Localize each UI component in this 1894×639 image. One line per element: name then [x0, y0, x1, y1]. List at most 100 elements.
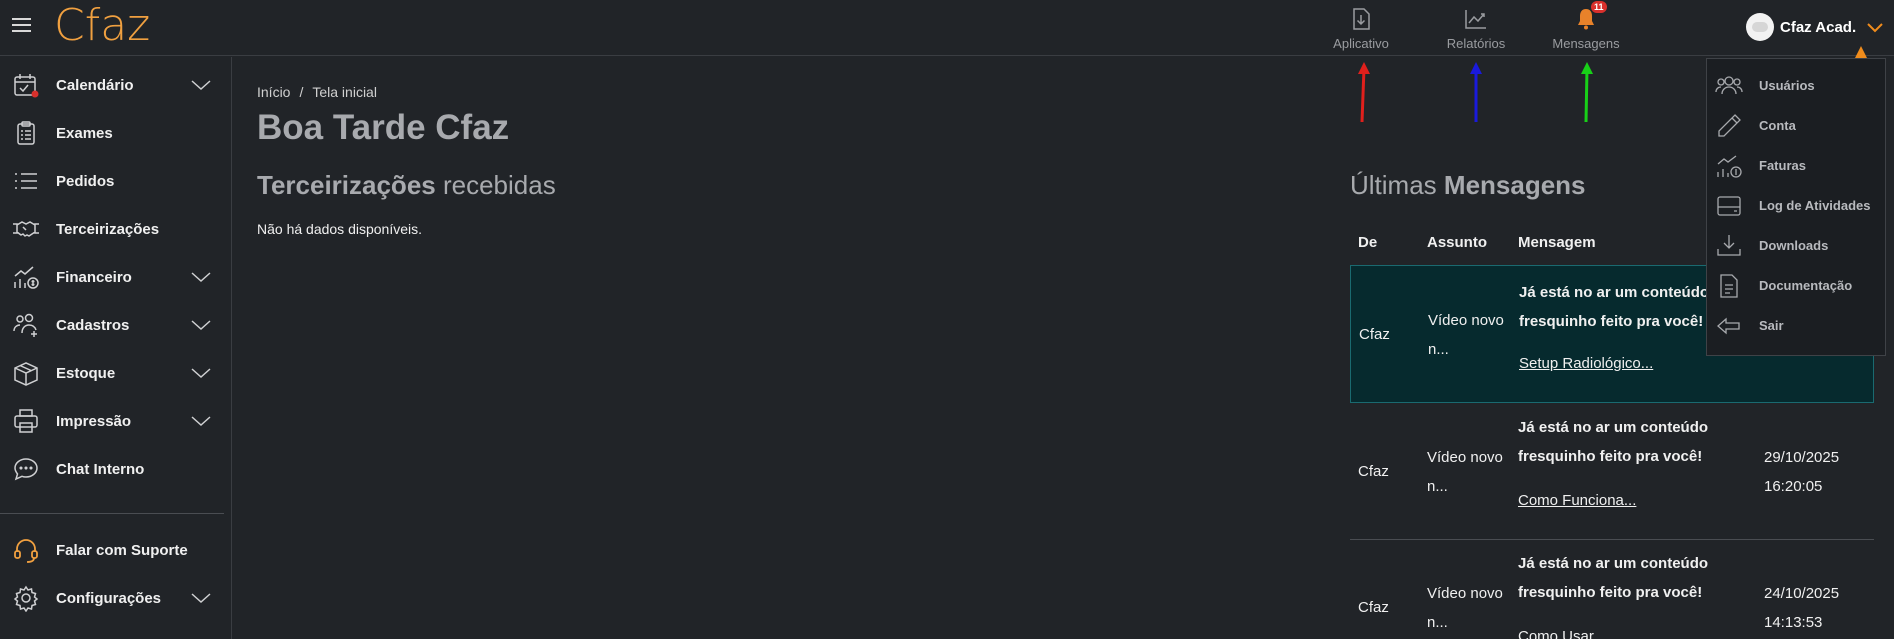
sidebar-item-label: Pedidos: [56, 172, 115, 190]
message-link[interactable]: Setup Radiológico...: [1519, 349, 1653, 378]
menu-item-label: Usuários: [1759, 78, 1815, 93]
message-text: Já está no ar um conteúdo: [1518, 419, 1709, 436]
notification-badge: 11: [1591, 1, 1607, 13]
column-header-from: De: [1358, 234, 1378, 251]
table-row[interactable]: Cfaz Vídeo novo n... Já está no ar um co…: [1350, 403, 1874, 540]
table-row[interactable]: Cfaz Vídeo novo n... Já está no ar um co…: [1350, 540, 1874, 639]
sidebar-item-label: Terceirizações: [56, 220, 160, 238]
menu-item-label: Sair: [1759, 318, 1784, 333]
download-file-icon: [1353, 8, 1370, 30]
chevron-down-icon: [191, 416, 211, 427]
exit-arrow-icon: [1717, 317, 1740, 335]
message-text-cont: fresquinho feito pra você!: [1518, 448, 1703, 465]
breadcrumb-separator: /: [299, 84, 304, 100]
finance-icon: [14, 266, 39, 289]
sidebar-item-falar-com-suporte[interactable]: Falar com Suporte: [0, 528, 232, 572]
sidebar: Calendário Exames Pedidos Terceirizações…: [0, 57, 232, 639]
message-link[interactable]: Como Funciona...: [1518, 486, 1636, 515]
menu-item-label: Log de Atividades: [1759, 198, 1871, 213]
arrow-blue-icon: [1470, 62, 1482, 122]
box-icon: [14, 362, 38, 386]
avatar: [1746, 13, 1774, 41]
menu-item-downloads[interactable]: Downloads: [1707, 226, 1887, 266]
sidebar-item-label: Chat Interno: [56, 460, 145, 478]
column-header-subject: Assunto: [1427, 234, 1487, 251]
sidebar-item-chat-interno[interactable]: Chat Interno: [0, 447, 232, 491]
sidebar-item-terceirizacoes[interactable]: Terceirizações: [0, 207, 232, 251]
invoice-chart-icon: [1717, 155, 1742, 178]
outsourcing-title-bold: Terceirizações: [257, 170, 436, 200]
topnav-aplicativo[interactable]: Aplicativo: [1316, 0, 1406, 56]
topnav-label: Mensagens: [1552, 36, 1620, 51]
sidebar-item-pedidos[interactable]: Pedidos: [0, 159, 232, 203]
message-time: 16:20:05: [1764, 478, 1823, 495]
menu-item-conta[interactable]: Conta: [1707, 106, 1887, 146]
message-subject: Vídeo novo: [1427, 449, 1503, 466]
user-menu-toggle[interactable]: Cfaz Acad.: [1746, 12, 1884, 42]
calendar-icon: [14, 74, 39, 98]
breadcrumb-current: Tela inicial: [312, 84, 377, 100]
message-from: Cfaz: [1359, 326, 1390, 343]
sidebar-item-label: Configurações: [56, 589, 162, 607]
chevron-down-icon: [191, 593, 211, 604]
hamburger-menu-icon[interactable]: [12, 18, 31, 34]
message-time: 14:13:53: [1764, 614, 1823, 631]
topnav-relatorios[interactable]: Relatórios: [1431, 0, 1521, 56]
sidebar-item-label: Calendário: [56, 76, 134, 94]
sidebar-item-estoque[interactable]: Estoque: [0, 351, 232, 395]
headset-icon: [14, 539, 38, 563]
menu-item-documentacao[interactable]: Documentação: [1707, 266, 1887, 306]
download-tray-icon: [1717, 235, 1741, 256]
message-link[interactable]: Como Usar...: [1518, 622, 1606, 639]
message-text: Já está no ar um conteúdo: [1518, 555, 1709, 572]
printer-icon: [14, 409, 38, 433]
sidebar-item-label: Exames: [56, 124, 113, 142]
sidebar-item-exames[interactable]: Exames: [0, 111, 232, 155]
app-logo[interactable]: Cfaz: [54, 0, 150, 51]
page-title: Boa Tarde Cfaz: [257, 108, 510, 147]
sidebar-item-label: Estoque: [56, 364, 116, 382]
message-from: Cfaz: [1358, 599, 1389, 616]
message-text-cont: fresquinho feito pra você!: [1519, 313, 1704, 330]
menu-item-usuarios[interactable]: Usuários: [1707, 66, 1887, 106]
column-header-message: Mensagem: [1518, 234, 1596, 251]
arrow-green-icon: [1581, 62, 1593, 123]
message-subject: Vídeo novo: [1428, 312, 1504, 329]
menu-item-faturas[interactable]: Faturas: [1707, 146, 1887, 186]
sidebar-item-calendario[interactable]: Calendário: [0, 63, 232, 107]
topnav-mensagens[interactable]: 11 Mensagens: [1541, 0, 1631, 56]
trend-chart-icon: [1465, 10, 1486, 29]
document-icon: [1720, 274, 1738, 298]
breadcrumb-home[interactable]: Início: [257, 84, 290, 100]
message-subject-cont: n...: [1427, 614, 1448, 631]
message-subject-cont: n...: [1427, 478, 1448, 495]
sidebar-item-cadastros[interactable]: Cadastros: [0, 303, 232, 347]
menu-item-sair[interactable]: Sair: [1707, 306, 1887, 346]
chevron-down-icon[interactable]: [1866, 18, 1884, 36]
topnav-label: Aplicativo: [1333, 36, 1389, 51]
sidebar-item-financeiro[interactable]: Financeiro: [0, 255, 232, 299]
message-subject: Vídeo novo: [1427, 585, 1503, 602]
menu-item-label: Downloads: [1759, 238, 1829, 253]
message-from: Cfaz: [1358, 463, 1389, 480]
menu-item-label: Faturas: [1759, 158, 1806, 173]
users-icon: [13, 313, 37, 337]
messages-title-light: Últimas: [1350, 170, 1444, 200]
handshake-icon: [13, 221, 39, 237]
chat-icon: [14, 458, 38, 481]
menu-item-label: Conta: [1759, 118, 1796, 133]
empty-state-text: Não há dados disponíveis.: [257, 221, 422, 237]
menu-item-log-de-atividades[interactable]: Log de Atividades: [1707, 186, 1887, 226]
sidebar-item-label: Cadastros: [56, 316, 130, 334]
message-text: Já está no ar um conteúdo: [1519, 284, 1710, 301]
chevron-down-icon: [191, 272, 211, 283]
sidebar-item-label: Impressão: [56, 412, 132, 430]
user-name: Cfaz Acad.: [1780, 18, 1857, 36]
chevron-down-icon: [191, 80, 211, 91]
sidebar-item-configuracoes[interactable]: Configurações: [0, 576, 232, 620]
user-dropdown-menu: Usuários Conta Faturas Log de Atividades…: [1706, 58, 1886, 356]
sidebar-item-label: Falar com Suporte: [56, 541, 188, 559]
sidebar-item-impressao[interactable]: Impressão: [0, 399, 232, 443]
log-card-icon: [1717, 196, 1741, 216]
message-subject-cont: n...: [1428, 341, 1449, 358]
